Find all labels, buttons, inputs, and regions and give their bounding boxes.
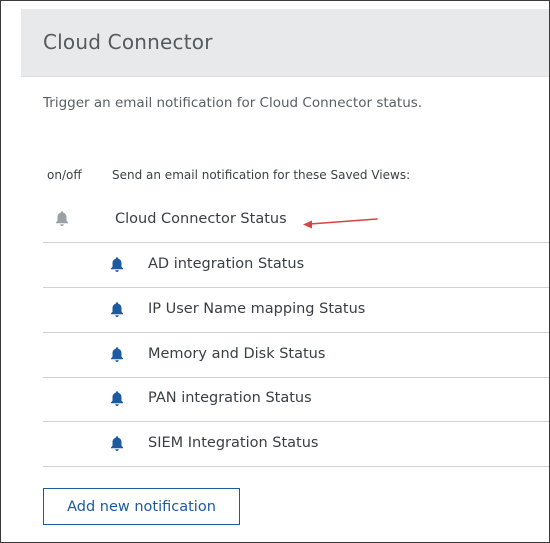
saved-view-label: AD integration Status [148,256,305,272]
bell-icon[interactable] [109,256,125,273]
annotation-arrow [303,218,378,229]
page-title: Cloud Connector [43,30,213,54]
notification-row-cloud-connector-status: Cloud Connector Status [43,198,549,243]
notification-row: PAN integration Status [43,377,549,422]
saved-view-label: Cloud Connector Status [115,211,287,227]
column-header-saved-views: Send an email notification for these Sav… [112,168,411,182]
notification-panel: Cloud Connector Trigger an email notific… [0,0,550,543]
saved-view-label: Memory and Disk Status [148,346,326,362]
notification-row: Memory and Disk Status [43,333,549,378]
notification-row: AD integration Status [43,243,549,288]
saved-view-label: SIEM Integration Status [148,435,319,451]
panel-header: Cloud Connector [21,9,549,77]
bell-icon[interactable] [54,210,70,227]
bell-icon[interactable] [109,346,125,363]
saved-view-label: IP User Name mapping Status [148,301,366,317]
notification-row: SIEM Integration Status [43,422,549,467]
column-header-on-off: on/off [47,168,82,182]
bell-icon[interactable] [109,435,125,452]
bell-icon[interactable] [109,301,125,318]
bell-icon[interactable] [109,390,125,407]
panel-description: Trigger an email notification for Cloud … [43,95,423,111]
saved-view-label: PAN integration Status [148,390,312,406]
notification-row: IP User Name mapping Status [43,288,549,333]
add-new-notification-button[interactable]: Add new notification [43,488,240,525]
